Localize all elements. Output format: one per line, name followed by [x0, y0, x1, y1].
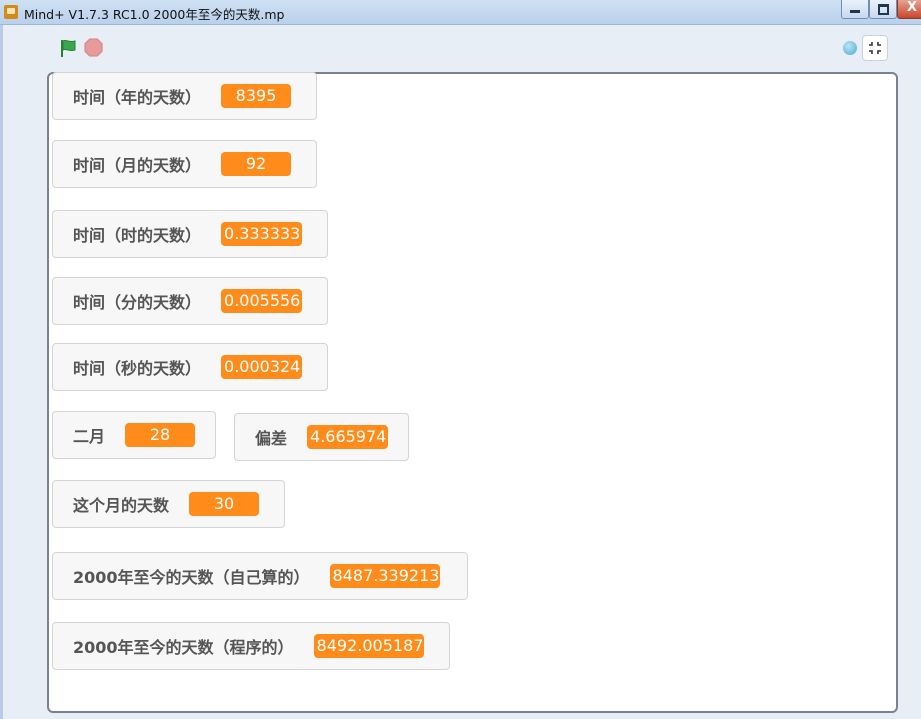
stage-toolbar — [0, 25, 921, 69]
window-title: Mind+ V1.7.3 RC1.0 2000年至今的天数.mp — [24, 7, 285, 22]
monitor-month-days[interactable]: 时间（月的天数） 92 — [52, 140, 317, 188]
monitor-label: 时间（分的天数） — [73, 293, 202, 312]
monitor-label: 时间（年的天数） — [73, 88, 202, 107]
monitor-value: 0.000324 — [221, 355, 303, 379]
monitor-label: 时间（月的天数） — [73, 156, 202, 175]
minimize-button[interactable] — [841, 0, 869, 19]
monitor-days-since-2000-calculated[interactable]: 2000年至今的天数（自己算的） 8487.339213 — [52, 552, 468, 600]
monitor-value: 30 — [189, 492, 260, 516]
monitor-label: 二月 — [73, 427, 106, 446]
monitor-deviation[interactable]: 偏差 4.665974 — [234, 413, 409, 461]
small-stage-button[interactable] — [843, 41, 857, 55]
monitor-value: 8487.339213 — [329, 564, 440, 588]
maximize-button[interactable] — [869, 0, 897, 19]
monitor-value: 92 — [221, 152, 292, 176]
stop-icon[interactable] — [84, 38, 103, 57]
green-flag-icon[interactable] — [58, 38, 78, 58]
monitor-value: 4.665974 — [307, 425, 389, 449]
monitor-year-days[interactable]: 时间（年的天数） 8395 — [52, 72, 317, 120]
stage-canvas: 时间（年的天数） 8395 时间（月的天数） 92 时间（时的天数） 0.333… — [47, 72, 898, 713]
close-icon: X — [907, 0, 918, 15]
monitor-february[interactable]: 二月 28 — [52, 411, 216, 459]
close-button[interactable]: X — [897, 0, 921, 19]
fullscreen-exit-button[interactable] — [862, 35, 888, 61]
monitor-days-this-month[interactable]: 这个月的天数 30 — [52, 480, 285, 528]
monitor-label: 偏差 — [255, 429, 288, 448]
monitor-hour-days[interactable]: 时间（时的天数） 0.333333 — [52, 210, 328, 258]
monitor-value: 28 — [125, 423, 196, 447]
title-bar: Mind+ V1.7.3 RC1.0 2000年至今的天数.mp — [0, 0, 921, 25]
monitor-label: 这个月的天数 — [73, 496, 170, 515]
monitor-value: 0.005556 — [221, 289, 303, 313]
monitor-label: 时间（秒的天数） — [73, 359, 202, 378]
window-left-border — [0, 25, 3, 719]
monitor-value: 0.333333 — [221, 222, 303, 246]
monitor-second-days[interactable]: 时间（秒的天数） 0.000324 — [52, 343, 328, 391]
monitor-days-since-2000-program[interactable]: 2000年至今的天数（程序的） 8492.005187 — [52, 622, 450, 670]
monitor-label: 2000年至今的天数（程序的） — [73, 638, 294, 657]
monitor-value: 8492.005187 — [313, 634, 424, 658]
monitor-value: 8395 — [221, 84, 292, 108]
mindplus-app-icon — [4, 5, 18, 19]
monitor-minute-days[interactable]: 时间（分的天数） 0.005556 — [52, 277, 328, 325]
monitor-label: 2000年至今的天数（自己算的） — [73, 568, 310, 587]
monitor-label: 时间（时的天数） — [73, 226, 202, 245]
fullscreen-exit-icon — [869, 42, 881, 54]
